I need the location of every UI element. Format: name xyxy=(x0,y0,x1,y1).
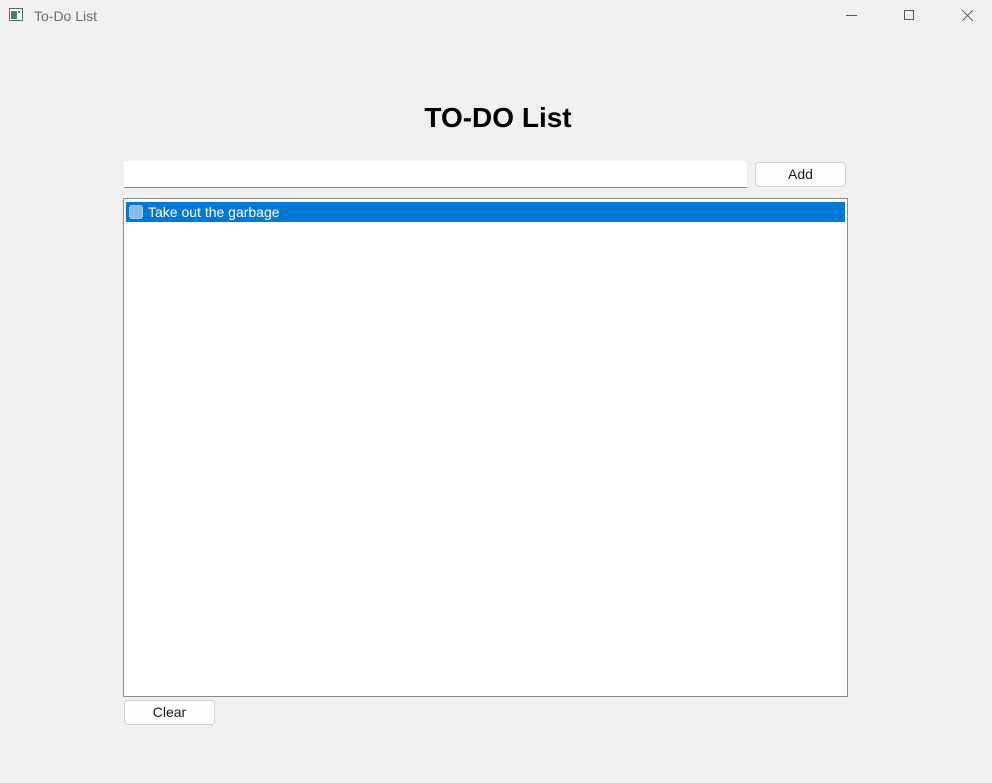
task-checkbox[interactable] xyxy=(129,205,143,219)
title-bar[interactable]: To-Do List xyxy=(0,0,992,32)
close-icon xyxy=(962,9,974,21)
maximize-icon xyxy=(904,10,914,20)
task-label: Take out the garbage xyxy=(148,204,280,220)
minimize-icon xyxy=(846,15,857,16)
close-button[interactable] xyxy=(938,0,992,32)
maximize-button[interactable] xyxy=(880,0,938,32)
list-item[interactable]: Take out the garbage xyxy=(126,202,845,222)
clear-button[interactable]: Clear xyxy=(124,700,215,725)
todo-window: To-Do List TO-DO List Add Take out the g… xyxy=(0,0,992,783)
task-list[interactable]: Take out the garbage xyxy=(123,198,848,697)
add-button[interactable]: Add xyxy=(755,162,846,187)
app-window-icon xyxy=(9,8,23,21)
task-input[interactable] xyxy=(124,161,747,188)
window-title: To-Do List xyxy=(34,8,98,24)
minimize-button[interactable] xyxy=(822,0,880,32)
page-title: TO-DO List xyxy=(424,102,572,133)
